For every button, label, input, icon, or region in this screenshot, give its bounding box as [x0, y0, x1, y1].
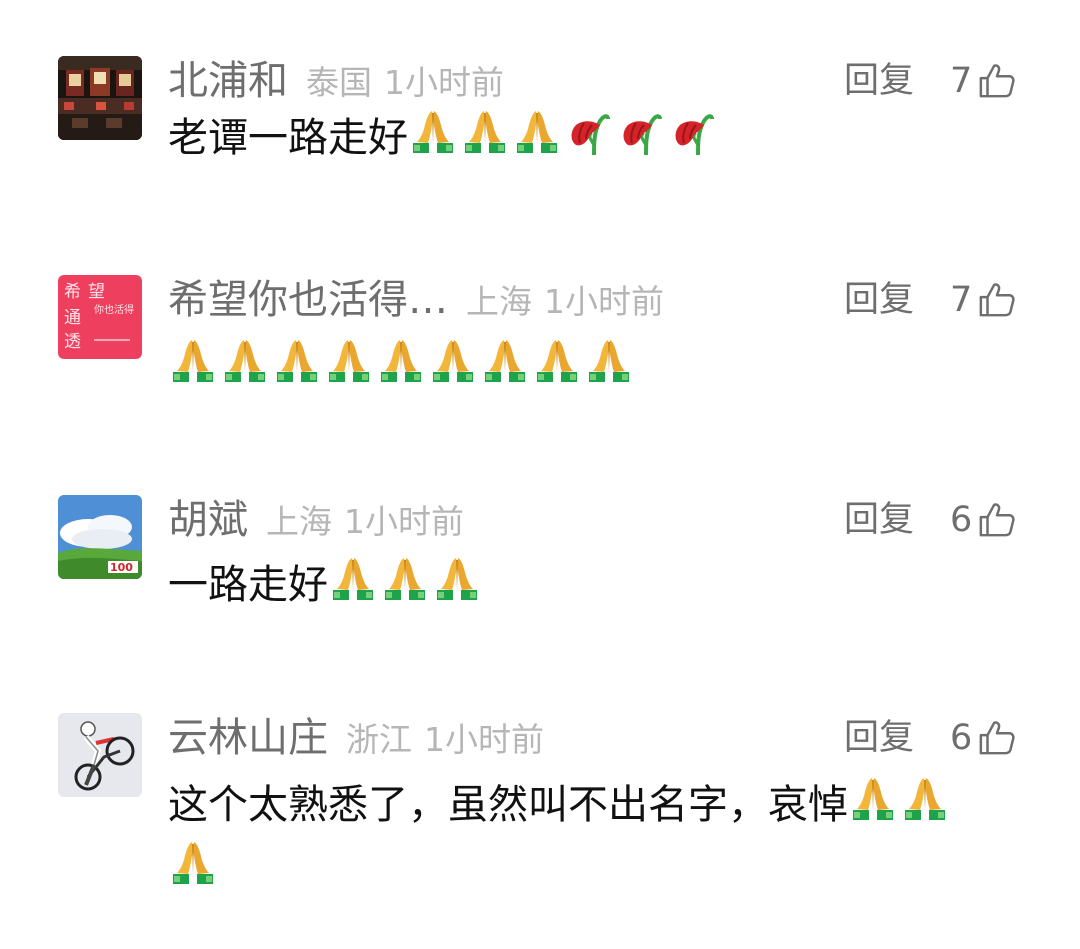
avatar[interactable]	[58, 56, 142, 140]
comment-text	[168, 335, 636, 399]
like-count: 7	[950, 280, 973, 320]
like-button[interactable]: 6	[950, 713, 1016, 763]
avatar-char: 通	[64, 308, 81, 328]
avatar-char: 透	[64, 332, 81, 352]
comment-text-content: 这个太熟悉了，虽然叫不出名字，哀悼	[168, 782, 848, 828]
comment-text: 这个太熟悉了，虽然叫不出名字，哀悼	[168, 773, 952, 901]
wilted-flower-emoji	[564, 107, 614, 157]
folded-hands-emoji	[460, 107, 510, 157]
comment-header: 胡斌 上海 1小时前	[168, 495, 464, 545]
comment-header: 云林山庄 浙江 1小时前	[168, 713, 544, 763]
timestamp: 1小时前	[344, 502, 464, 541]
avatar-char: 望	[88, 282, 105, 302]
like-button[interactable]: 6	[950, 495, 1016, 545]
username[interactable]: 北浦和	[168, 56, 288, 106]
username[interactable]: 胡斌	[168, 495, 248, 545]
folded-hands-emoji	[376, 336, 426, 386]
thumbs-up-icon	[979, 64, 1015, 98]
folded-hands-emoji	[512, 107, 562, 157]
folded-hands-emoji	[584, 336, 634, 386]
like-button[interactable]: 7	[950, 56, 1016, 106]
folded-hands-emoji	[220, 336, 270, 386]
thumbs-up-icon	[979, 283, 1015, 317]
timestamp: 1小时前	[384, 63, 504, 102]
folded-hands-emoji	[380, 554, 430, 604]
like-count: 6	[950, 718, 973, 758]
folded-hands-emoji	[168, 336, 218, 386]
comment-text: 一路走好	[168, 553, 484, 617]
like-count: 7	[950, 61, 973, 101]
bmx-rider-avatar-image	[58, 713, 142, 797]
folded-hands-emoji	[848, 774, 898, 824]
like-count: 6	[950, 500, 973, 540]
avatar[interactable]: 希 望 你也活得 通 透	[58, 275, 142, 359]
wilted-flower-emoji	[616, 107, 666, 157]
avatar[interactable]	[58, 713, 142, 797]
wilted-flower-emoji	[668, 107, 718, 157]
folded-hands-emoji	[408, 107, 458, 157]
thumbs-up-icon	[979, 721, 1015, 755]
timestamp: 1小时前	[544, 282, 664, 321]
folded-hands-emoji	[432, 554, 482, 604]
folded-hands-emoji	[428, 336, 478, 386]
folded-hands-emoji	[168, 838, 218, 888]
folded-hands-emoji	[324, 336, 374, 386]
comment-text: 老谭一路走好	[168, 106, 720, 170]
like-button[interactable]: 7	[950, 275, 1016, 325]
avatar-badge-text: 100	[110, 561, 133, 574]
folded-hands-emoji	[532, 336, 582, 386]
avatar-caption: 你也活得	[94, 303, 134, 316]
folded-hands-emoji	[480, 336, 530, 386]
location-label: 上海	[466, 282, 532, 321]
location-label: 泰国	[306, 63, 372, 102]
reply-button[interactable]: 回复	[844, 275, 914, 325]
comment-text-content: 一路走好	[168, 562, 328, 608]
location-label: 上海	[266, 502, 332, 541]
reply-button[interactable]: 回复	[844, 495, 914, 545]
location-label: 浙江	[346, 720, 412, 759]
comment-header: 希望你也活得… 上海 1小时前	[168, 275, 664, 325]
timestamp: 1小时前	[424, 720, 544, 759]
folded-hands-emoji	[328, 554, 378, 604]
reply-button[interactable]: 回复	[844, 56, 914, 106]
slot-machine-avatar-image	[58, 56, 142, 140]
comment-header: 北浦和 泰国 1小时前	[168, 56, 504, 106]
landscape-avatar-image: 100	[58, 495, 142, 579]
thumbs-up-icon	[979, 503, 1015, 537]
comment-text-content: 老谭一路走好	[168, 115, 408, 161]
username[interactable]: 云林山庄	[168, 713, 328, 763]
folded-hands-emoji	[900, 774, 950, 824]
folded-hands-emoji	[272, 336, 322, 386]
avatar[interactable]: 100	[58, 495, 142, 579]
reply-button[interactable]: 回复	[844, 713, 914, 763]
text-avatar-image: 希 望 你也活得 通 透	[58, 275, 142, 359]
username[interactable]: 希望你也活得…	[168, 275, 448, 325]
avatar-char: 希	[64, 282, 81, 302]
